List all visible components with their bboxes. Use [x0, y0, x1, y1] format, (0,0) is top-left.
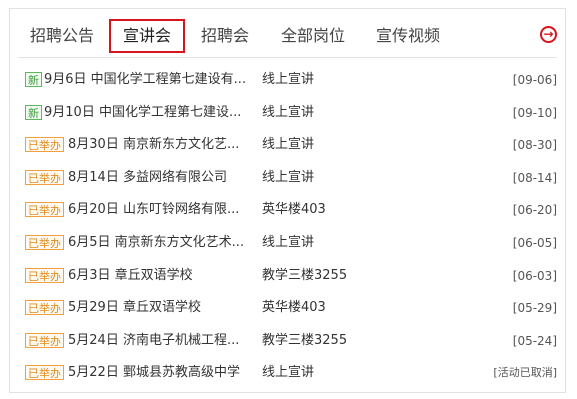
held-badge: 已举办	[25, 137, 64, 153]
list-item[interactable]: 新 9月6日 中国化学工程第七建设有... 线上宣讲 [09-06]	[10, 65, 565, 98]
item-date: [09-06]	[512, 73, 557, 87]
list-item[interactable]: 已举办 6月5日 南京新东方文化艺术... 线上宣讲 [06-05]	[10, 228, 565, 261]
item-date: [08-30]	[512, 138, 557, 153]
new-badge: 新	[25, 104, 42, 120]
item-date: [09-10]	[512, 105, 557, 120]
tab-recruitment-notice[interactable]: 招聘公告	[30, 21, 94, 51]
held-badge: 已举办	[25, 332, 64, 348]
list-item[interactable]: 已举办 6月20日 山东叮铃网络有限... 英华楼403 [06-20]	[10, 195, 565, 228]
held-badge: 已举办	[25, 169, 64, 185]
item-date: [05-24]	[512, 333, 557, 348]
item-place: 线上宣讲	[262, 365, 315, 381]
item-title[interactable]: 6月3日 章丘双语学校	[68, 267, 254, 285]
held-badge: 已举办	[25, 235, 64, 250]
item-date: [05-29]	[512, 301, 557, 316]
held-badge: 已举办	[25, 267, 64, 283]
item-date: [活动已取消]	[493, 366, 557, 380]
item-title[interactable]: 6月5日 南京新东方文化艺术...	[68, 234, 254, 252]
item-place: 线上宣讲	[262, 72, 315, 87]
item-place: 教学三楼3255	[262, 332, 348, 348]
list-item[interactable]: 新 9月10日 中国化学工程第七建设... 线上宣讲 [09-10]	[10, 98, 565, 131]
item-title[interactable]: 5月22日 鄄城县苏教高级中学	[68, 364, 254, 382]
item-place: 线上宣讲	[262, 137, 315, 153]
list-item[interactable]: 已举办 8月30日 南京新东方文化艺... 线上宣讲 [08-30]	[10, 130, 565, 163]
item-title[interactable]: 6月20日 山东叮铃网络有限...	[68, 201, 254, 219]
item-place: 英华楼403	[262, 300, 326, 316]
job-fair-panel: 招聘公告 宣讲会 招聘会 全部岗位 宣传视频 → 新 9月6日 中国化学工程第七…	[9, 8, 566, 393]
tab-bar: 招聘公告 宣讲会 招聘会 全部岗位 宣传视频 →	[10, 9, 565, 57]
list-item[interactable]: 已举办 5月24日 济南电子机械工程... 教学三楼3255 [05-24]	[10, 326, 565, 359]
item-place: 线上宣讲	[262, 169, 315, 185]
item-date: [06-05]	[512, 236, 557, 250]
item-place: 线上宣讲	[262, 104, 315, 120]
item-place: 英华楼403	[262, 202, 326, 218]
arrow-right-circle-icon[interactable]: →	[540, 26, 557, 43]
tab-job-fair[interactable]: 招聘会	[201, 21, 249, 51]
item-date: [08-14]	[512, 170, 557, 185]
list-item[interactable]: 已举办 5月22日 鄄城县苏教高级中学 线上宣讲 [活动已取消]	[10, 358, 565, 391]
list-item[interactable]: 已举办 8月14日 多益网络有限公司 线上宣讲 [08-14]	[10, 163, 565, 196]
item-place: 教学三楼3255	[262, 267, 348, 283]
list-item[interactable]: 已举办 6月3日 章丘双语学校 教学三楼3255 [06-03]	[10, 261, 565, 294]
tab-divider	[18, 57, 557, 58]
tab-promo-videos[interactable]: 宣传视频	[376, 21, 440, 51]
item-title[interactable]: 9月6日 中国化学工程第七建设有...	[44, 71, 254, 89]
item-title[interactable]: 5月29日 章丘双语学校	[68, 299, 254, 317]
held-badge: 已举办	[25, 365, 64, 381]
new-badge: 新	[25, 72, 42, 87]
item-date: [06-03]	[512, 268, 557, 283]
tab-presentation[interactable]: 宣讲会	[109, 19, 186, 53]
item-title[interactable]: 8月14日 多益网络有限公司	[68, 169, 254, 187]
list-item[interactable]: 已举办 5月29日 章丘双语学校 英华楼403 [05-29]	[10, 293, 565, 326]
item-title[interactable]: 5月24日 济南电子机械工程...	[68, 332, 254, 350]
item-title[interactable]: 8月30日 南京新东方文化艺...	[68, 136, 254, 154]
item-place: 线上宣讲	[262, 235, 315, 250]
held-badge: 已举办	[25, 202, 64, 218]
item-date: [06-20]	[512, 203, 557, 218]
item-title[interactable]: 9月10日 中国化学工程第七建设...	[44, 104, 254, 122]
tab-all-positions[interactable]: 全部岗位	[281, 21, 345, 51]
held-badge: 已举办	[25, 300, 64, 316]
